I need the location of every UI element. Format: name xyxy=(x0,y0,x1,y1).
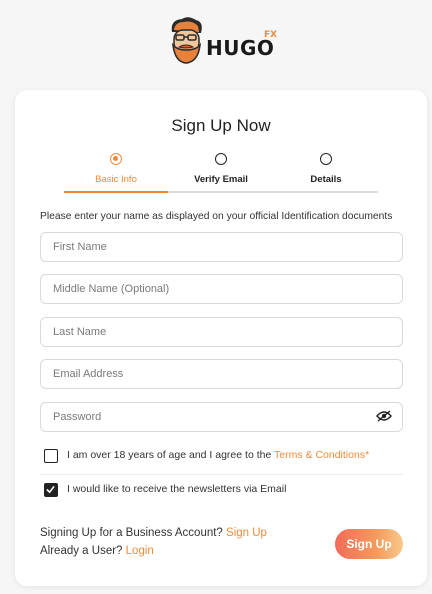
last-name-input[interactable] xyxy=(40,317,403,347)
business-signup-prompt: Signing Up for a Business Account? Sign … xyxy=(40,527,267,539)
progress-steps: Basic Info Verify Email Details xyxy=(64,152,378,194)
sign-up-button[interactable]: Sign Up xyxy=(335,529,403,559)
name-instruction: Please enter your name as displayed on y… xyxy=(40,211,393,222)
page-title: Sign Up Now xyxy=(171,116,271,135)
step-label: Verify Email xyxy=(194,174,248,185)
step-radio-icon xyxy=(110,153,122,165)
newsletter-checkbox[interactable] xyxy=(44,483,58,497)
step-radio-icon xyxy=(320,153,332,165)
terms-checkbox[interactable] xyxy=(44,449,58,463)
email-input[interactable] xyxy=(40,359,403,389)
step-label: Details xyxy=(310,174,342,185)
brand-suffix: FX xyxy=(264,30,278,40)
brand-logo: HUGO FX xyxy=(166,16,278,68)
first-name-input[interactable] xyxy=(40,232,403,262)
terms-label: I am over 18 years of age and I agree to… xyxy=(67,449,370,461)
step-track-active xyxy=(64,191,168,193)
password-input[interactable] xyxy=(40,402,403,432)
middle-name-input[interactable] xyxy=(40,274,403,304)
signup-card: Sign Up Now Basic Info Verify Email Deta… xyxy=(15,90,427,586)
login-link[interactable]: Login xyxy=(126,545,154,557)
step-verify-email[interactable]: Verify Email xyxy=(169,152,273,194)
step-details[interactable]: Details xyxy=(274,152,378,194)
business-signup-link[interactable]: Sign Up xyxy=(226,527,267,539)
login-prompt: Already a User? Login xyxy=(40,545,154,557)
newsletter-label: I would like to receive the newsletters … xyxy=(67,483,287,495)
hugo-face-logo-icon xyxy=(171,17,202,64)
step-radio-icon xyxy=(215,153,227,165)
terms-link[interactable]: Terms & Conditions* xyxy=(274,449,369,461)
step-basic-info[interactable]: Basic Info xyxy=(64,152,168,194)
checkmark-icon xyxy=(46,485,55,494)
divider xyxy=(40,474,403,475)
eye-slash-icon[interactable] xyxy=(376,410,392,422)
step-label: Basic Info xyxy=(95,174,137,185)
